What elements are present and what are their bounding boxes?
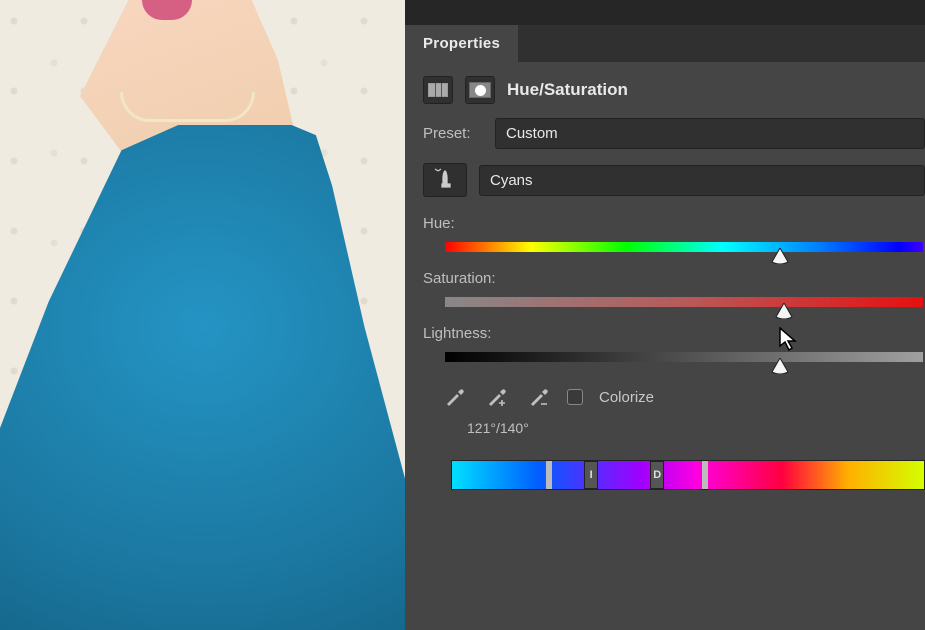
hand-icon — [434, 168, 456, 193]
image-canvas[interactable] — [0, 0, 405, 630]
saturation-knob[interactable] — [775, 303, 793, 319]
hue-slider: Hue: — [423, 215, 925, 252]
eyedropper-subtract-icon[interactable] — [525, 384, 551, 410]
photo-placeholder — [0, 0, 405, 630]
lightness-label: Lightness: — [423, 325, 925, 342]
lightness-knob[interactable] — [771, 358, 789, 374]
range-marker-2[interactable]: D — [650, 461, 664, 489]
mouse-cursor — [778, 326, 798, 352]
hue-track[interactable] — [445, 242, 923, 252]
range-bracket-left[interactable] — [546, 461, 552, 489]
hue-range-readout: 121°/140° — [467, 420, 925, 436]
lightness-track[interactable] — [445, 352, 923, 362]
adjustment-icon[interactable] — [423, 76, 453, 104]
eyedropper-row: Colorize — [441, 384, 925, 410]
preset-label: Preset: — [423, 125, 483, 142]
range-bracket-right[interactable] — [702, 461, 708, 489]
lightness-slider: Lightness: — [423, 325, 925, 362]
eyedropper-icon[interactable] — [441, 384, 467, 410]
preset-row: Preset: Custom — [423, 118, 925, 149]
eyedropper-add-icon[interactable] — [483, 384, 509, 410]
panel-tabbar: Properties — [405, 25, 925, 62]
properties-panel: Properties Hue/Saturation Preset: Custom… — [405, 0, 925, 630]
targeted-adjustment-button[interactable] — [423, 163, 467, 197]
saturation-slider: Saturation: — [423, 270, 925, 307]
tab-properties[interactable]: Properties — [405, 25, 518, 62]
colorize-checkbox[interactable] — [567, 389, 583, 405]
adjustment-title-row: Hue/Saturation — [423, 76, 925, 104]
saturation-track[interactable] — [445, 297, 923, 307]
color-range-spectrum[interactable]: I D — [451, 460, 925, 490]
adjustment-title: Hue/Saturation — [507, 80, 628, 100]
channel-dropdown[interactable]: Cyans — [479, 165, 925, 196]
preset-dropdown[interactable]: Custom — [495, 118, 925, 149]
mask-icon[interactable] — [465, 76, 495, 104]
hue-knob[interactable] — [771, 248, 789, 264]
saturation-label: Saturation: — [423, 270, 925, 287]
colorize-label: Colorize — [599, 389, 654, 406]
channel-row: Cyans — [423, 163, 925, 197]
hue-label: Hue: — [423, 215, 925, 232]
range-marker-1[interactable]: I — [584, 461, 598, 489]
